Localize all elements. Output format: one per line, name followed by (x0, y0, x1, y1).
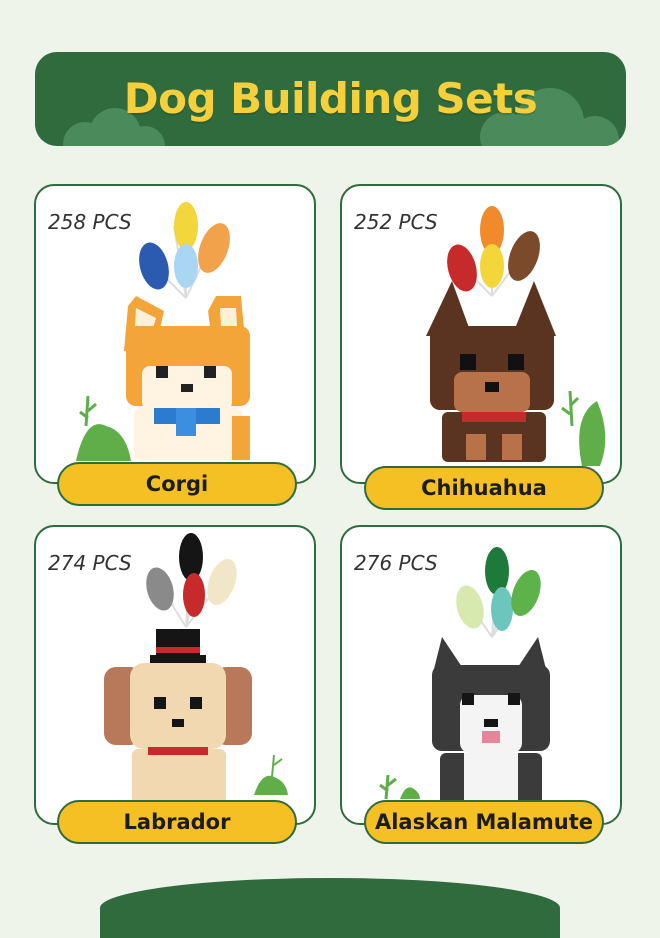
product-card-chihuahua[interactable]: 252 PCS (340, 184, 622, 484)
header-banner: Dog Building Sets (35, 52, 626, 146)
product-card-labrador[interactable]: 274 PCS (34, 525, 316, 825)
bottom-decoration-arc (100, 878, 560, 938)
product-label-corgi[interactable]: Corgi (57, 462, 297, 506)
product-label-labrador[interactable]: Labrador (57, 800, 297, 844)
product-label-alaskan-malamute[interactable]: Alaskan Malamute (364, 800, 604, 844)
page-title: Dog Building Sets (123, 74, 538, 123)
piece-count: 274 PCS (48, 551, 132, 575)
product-label-chihuahua[interactable]: Chihuahua (364, 466, 604, 510)
piece-count: 252 PCS (354, 210, 438, 234)
product-card-alaskan-malamute[interactable]: 276 PCS (340, 525, 622, 825)
product-card-corgi[interactable]: 258 PCS (34, 184, 316, 484)
piece-count: 258 PCS (48, 210, 132, 234)
piece-count: 276 PCS (354, 551, 438, 575)
